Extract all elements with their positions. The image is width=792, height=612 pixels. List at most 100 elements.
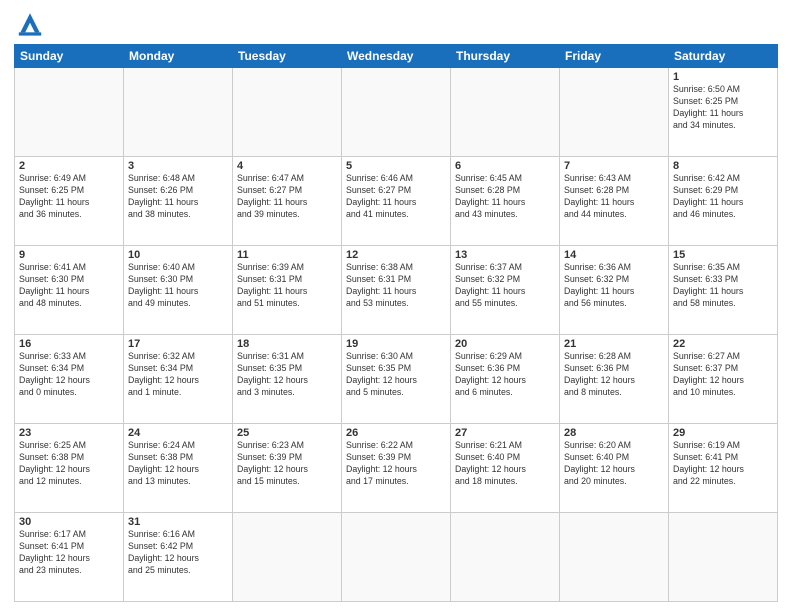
calendar-day-cell: 25Sunrise: 6:23 AM Sunset: 6:39 PM Dayli… (233, 424, 342, 513)
day-info: Sunrise: 6:49 AM Sunset: 6:25 PM Dayligh… (19, 173, 119, 221)
day-info: Sunrise: 6:41 AM Sunset: 6:30 PM Dayligh… (19, 262, 119, 310)
col-sunday: Sunday (15, 45, 124, 68)
day-info: Sunrise: 6:22 AM Sunset: 6:39 PM Dayligh… (346, 440, 446, 488)
day-info: Sunrise: 6:27 AM Sunset: 6:37 PM Dayligh… (673, 351, 773, 399)
day-number: 1 (673, 71, 773, 83)
calendar-day-cell: 5Sunrise: 6:46 AM Sunset: 6:27 PM Daylig… (342, 157, 451, 246)
day-number: 18 (237, 338, 337, 350)
calendar-day-cell: 8Sunrise: 6:42 AM Sunset: 6:29 PM Daylig… (669, 157, 778, 246)
day-number: 29 (673, 427, 773, 439)
day-number: 5 (346, 160, 446, 172)
day-number: 19 (346, 338, 446, 350)
day-number: 20 (455, 338, 555, 350)
calendar-day-cell: 12Sunrise: 6:38 AM Sunset: 6:31 PM Dayli… (342, 246, 451, 335)
calendar-day-cell (342, 513, 451, 602)
calendar-day-cell: 2Sunrise: 6:49 AM Sunset: 6:25 PM Daylig… (15, 157, 124, 246)
day-info: Sunrise: 6:39 AM Sunset: 6:31 PM Dayligh… (237, 262, 337, 310)
day-number: 22 (673, 338, 773, 350)
day-number: 13 (455, 249, 555, 261)
calendar-day-cell: 3Sunrise: 6:48 AM Sunset: 6:26 PM Daylig… (124, 157, 233, 246)
day-info: Sunrise: 6:23 AM Sunset: 6:39 PM Dayligh… (237, 440, 337, 488)
day-number: 24 (128, 427, 228, 439)
day-info: Sunrise: 6:36 AM Sunset: 6:32 PM Dayligh… (564, 262, 664, 310)
calendar-week-row: 9Sunrise: 6:41 AM Sunset: 6:30 PM Daylig… (15, 246, 778, 335)
calendar-day-cell: 23Sunrise: 6:25 AM Sunset: 6:38 PM Dayli… (15, 424, 124, 513)
calendar-day-cell (124, 68, 233, 157)
day-number: 23 (19, 427, 119, 439)
day-info: Sunrise: 6:31 AM Sunset: 6:35 PM Dayligh… (237, 351, 337, 399)
calendar-day-cell: 15Sunrise: 6:35 AM Sunset: 6:33 PM Dayli… (669, 246, 778, 335)
logo-icon (14, 10, 46, 38)
day-info: Sunrise: 6:29 AM Sunset: 6:36 PM Dayligh… (455, 351, 555, 399)
day-info: Sunrise: 6:38 AM Sunset: 6:31 PM Dayligh… (346, 262, 446, 310)
day-number: 28 (564, 427, 664, 439)
calendar-day-cell (560, 513, 669, 602)
day-info: Sunrise: 6:20 AM Sunset: 6:40 PM Dayligh… (564, 440, 664, 488)
day-number: 3 (128, 160, 228, 172)
day-number: 8 (673, 160, 773, 172)
calendar-day-cell: 29Sunrise: 6:19 AM Sunset: 6:41 PM Dayli… (669, 424, 778, 513)
col-wednesday: Wednesday (342, 45, 451, 68)
page: Sunday Monday Tuesday Wednesday Thursday… (0, 0, 792, 612)
day-number: 27 (455, 427, 555, 439)
day-info: Sunrise: 6:42 AM Sunset: 6:29 PM Dayligh… (673, 173, 773, 221)
day-info: Sunrise: 6:37 AM Sunset: 6:32 PM Dayligh… (455, 262, 555, 310)
day-info: Sunrise: 6:45 AM Sunset: 6:28 PM Dayligh… (455, 173, 555, 221)
calendar-day-cell: 26Sunrise: 6:22 AM Sunset: 6:39 PM Dayli… (342, 424, 451, 513)
day-number: 30 (19, 516, 119, 528)
day-info: Sunrise: 6:43 AM Sunset: 6:28 PM Dayligh… (564, 173, 664, 221)
calendar-day-cell: 7Sunrise: 6:43 AM Sunset: 6:28 PM Daylig… (560, 157, 669, 246)
calendar-day-cell (342, 68, 451, 157)
day-info: Sunrise: 6:32 AM Sunset: 6:34 PM Dayligh… (128, 351, 228, 399)
day-number: 26 (346, 427, 446, 439)
day-info: Sunrise: 6:47 AM Sunset: 6:27 PM Dayligh… (237, 173, 337, 221)
day-info: Sunrise: 6:25 AM Sunset: 6:38 PM Dayligh… (19, 440, 119, 488)
day-info: Sunrise: 6:40 AM Sunset: 6:30 PM Dayligh… (128, 262, 228, 310)
header (14, 10, 778, 38)
day-info: Sunrise: 6:17 AM Sunset: 6:41 PM Dayligh… (19, 529, 119, 577)
calendar-day-cell: 10Sunrise: 6:40 AM Sunset: 6:30 PM Dayli… (124, 246, 233, 335)
calendar-week-row: 1Sunrise: 6:50 AM Sunset: 6:25 PM Daylig… (15, 68, 778, 157)
day-info: Sunrise: 6:48 AM Sunset: 6:26 PM Dayligh… (128, 173, 228, 221)
calendar-day-cell (669, 513, 778, 602)
day-number: 12 (346, 249, 446, 261)
day-number: 15 (673, 249, 773, 261)
calendar-day-cell: 13Sunrise: 6:37 AM Sunset: 6:32 PM Dayli… (451, 246, 560, 335)
calendar-day-cell: 22Sunrise: 6:27 AM Sunset: 6:37 PM Dayli… (669, 335, 778, 424)
day-info: Sunrise: 6:28 AM Sunset: 6:36 PM Dayligh… (564, 351, 664, 399)
calendar-header-row: Sunday Monday Tuesday Wednesday Thursday… (15, 45, 778, 68)
col-saturday: Saturday (669, 45, 778, 68)
calendar-day-cell: 11Sunrise: 6:39 AM Sunset: 6:31 PM Dayli… (233, 246, 342, 335)
calendar-day-cell: 14Sunrise: 6:36 AM Sunset: 6:32 PM Dayli… (560, 246, 669, 335)
calendar-week-row: 23Sunrise: 6:25 AM Sunset: 6:38 PM Dayli… (15, 424, 778, 513)
day-number: 11 (237, 249, 337, 261)
day-info: Sunrise: 6:46 AM Sunset: 6:27 PM Dayligh… (346, 173, 446, 221)
day-info: Sunrise: 6:19 AM Sunset: 6:41 PM Dayligh… (673, 440, 773, 488)
day-info: Sunrise: 6:33 AM Sunset: 6:34 PM Dayligh… (19, 351, 119, 399)
calendar-day-cell: 9Sunrise: 6:41 AM Sunset: 6:30 PM Daylig… (15, 246, 124, 335)
calendar-day-cell: 27Sunrise: 6:21 AM Sunset: 6:40 PM Dayli… (451, 424, 560, 513)
day-number: 10 (128, 249, 228, 261)
day-number: 16 (19, 338, 119, 350)
day-number: 17 (128, 338, 228, 350)
calendar-day-cell: 21Sunrise: 6:28 AM Sunset: 6:36 PM Dayli… (560, 335, 669, 424)
calendar-day-cell (451, 513, 560, 602)
col-tuesday: Tuesday (233, 45, 342, 68)
day-info: Sunrise: 6:50 AM Sunset: 6:25 PM Dayligh… (673, 84, 773, 132)
col-monday: Monday (124, 45, 233, 68)
calendar-day-cell (560, 68, 669, 157)
calendar-day-cell: 16Sunrise: 6:33 AM Sunset: 6:34 PM Dayli… (15, 335, 124, 424)
day-info: Sunrise: 6:24 AM Sunset: 6:38 PM Dayligh… (128, 440, 228, 488)
day-info: Sunrise: 6:16 AM Sunset: 6:42 PM Dayligh… (128, 529, 228, 577)
calendar-day-cell: 18Sunrise: 6:31 AM Sunset: 6:35 PM Dayli… (233, 335, 342, 424)
day-number: 25 (237, 427, 337, 439)
calendar-day-cell: 28Sunrise: 6:20 AM Sunset: 6:40 PM Dayli… (560, 424, 669, 513)
calendar-day-cell (15, 68, 124, 157)
day-info: Sunrise: 6:30 AM Sunset: 6:35 PM Dayligh… (346, 351, 446, 399)
col-thursday: Thursday (451, 45, 560, 68)
day-number: 6 (455, 160, 555, 172)
calendar-day-cell: 6Sunrise: 6:45 AM Sunset: 6:28 PM Daylig… (451, 157, 560, 246)
day-number: 2 (19, 160, 119, 172)
day-number: 14 (564, 249, 664, 261)
calendar-day-cell: 19Sunrise: 6:30 AM Sunset: 6:35 PM Dayli… (342, 335, 451, 424)
